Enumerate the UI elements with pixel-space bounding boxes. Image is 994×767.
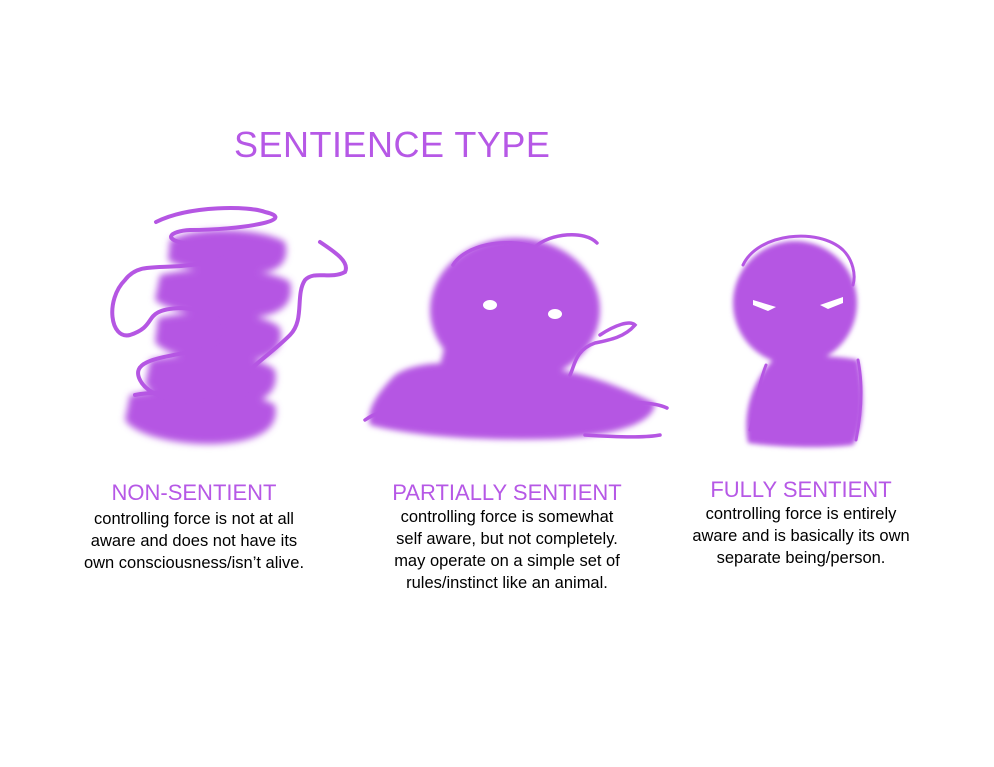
description-line: rules/instinct like an animal. (406, 574, 608, 592)
fully-sentient-description: controlling force is entirely aware and … (651, 503, 951, 569)
description-line: aware and does not have its (90, 532, 298, 550)
non-sentient-description: controlling force is not at all aware an… (44, 508, 344, 574)
non-sentient-heading: NON-SENTIENT (111, 480, 277, 505)
description-line: controlling force is not at all (94, 510, 294, 528)
partially-sentient-heading: PARTIALLY SENTIENT (392, 480, 622, 505)
description-line: aware and is basically its own (692, 527, 910, 545)
description-line: may operate on a simple set of (394, 552, 620, 570)
fully-sentient-illustration (733, 234, 863, 448)
description-line: controlling force is somewhat (400, 508, 614, 526)
partially-sentient-description: controlling force is somewhat self aware… (357, 506, 657, 594)
partially-sentient-illustration (363, 232, 669, 440)
description-line: self aware, but not completely. (396, 530, 618, 548)
description-line: separate being/person. (716, 549, 886, 567)
non-sentient-illustration (110, 206, 348, 445)
fully-sentient-heading: FULLY SENTIENT (710, 477, 892, 502)
right-eye-icon (548, 309, 562, 319)
page-title: SENTIENCE TYPE (234, 124, 551, 165)
description-line: own consciousness/isn’t alive. (83, 554, 305, 572)
left-eye-icon (483, 300, 497, 310)
description-line: controlling force is entirely (705, 505, 897, 523)
